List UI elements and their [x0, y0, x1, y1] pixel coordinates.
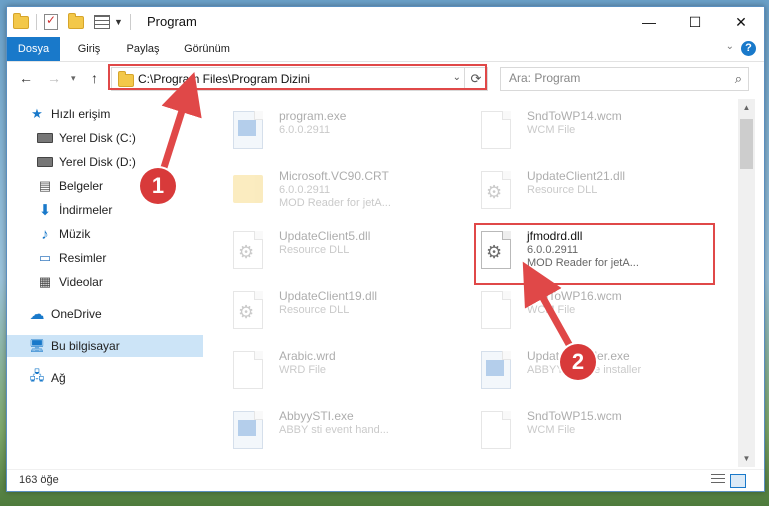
dll-file-icon [233, 291, 263, 329]
documents-icon: ▤ [38, 178, 52, 193]
recent-locations-icon[interactable]: ▾ [71, 73, 76, 84]
file-item[interactable]: SndToWP16.wcm WCM File [451, 285, 691, 339]
sidebar-item-onedrive[interactable]: ☁ OneDrive [7, 303, 221, 325]
sidebar-item-network[interactable]: 🖧 Ağ [7, 367, 221, 389]
explorer-window: ▼ Program — ☐ ✕ Dosya Giriş Paylaş Görün… [6, 6, 765, 492]
drive-icon [37, 130, 53, 146]
tab-share[interactable]: Paylaş [121, 37, 165, 61]
help-icon[interactable]: ? [741, 41, 756, 56]
quick-access-toolbar: ▼ [13, 12, 134, 31]
up-icon[interactable]: ↑ [91, 70, 98, 86]
window-controls: — ☐ ✕ [626, 7, 764, 37]
videos-icon: ▦ [38, 274, 52, 289]
file-item[interactable]: Arabic.wrd WRD File [203, 345, 443, 399]
forward-icon[interactable]: → [47, 70, 61, 86]
search-icon[interactable]: ⌕ [735, 71, 742, 87]
close-button[interactable]: ✕ [718, 7, 764, 37]
callout-1: 1 [140, 168, 176, 204]
title-bar: ▼ Program — ☐ ✕ [7, 7, 764, 37]
scroll-down-icon[interactable]: ▼ [738, 450, 755, 467]
tab-home[interactable]: Giriş [69, 37, 109, 61]
tab-file[interactable]: Dosya [7, 37, 60, 61]
file-item[interactable]: SndToWP15.wcm WCM File [451, 405, 691, 459]
file-item[interactable]: UpdateClient5.dll Resource DLL [203, 225, 443, 279]
view-icon[interactable] [94, 15, 110, 29]
computer-icon: 🖥 [28, 338, 46, 353]
document-file-icon [481, 291, 511, 329]
sidebar-item-local-disk-d[interactable]: Yerel Disk (D:) 📌 [7, 151, 229, 173]
document-file-icon [233, 351, 263, 389]
folder-icon [233, 175, 263, 203]
back-icon[interactable]: ← [19, 70, 33, 86]
file-item[interactable]: UpdateClient21.dll Resource DLL [451, 165, 691, 219]
cloud-icon: ☁ [29, 306, 45, 323]
sidebar-item-quick-access[interactable]: ★ Hızlı erişim [7, 103, 221, 125]
music-icon: ♪ [41, 225, 49, 243]
star-icon: ★ [31, 106, 43, 121]
item-count: 163 öğe [19, 474, 59, 486]
status-bar: 163 öğe [7, 469, 764, 491]
properties-icon[interactable] [44, 13, 58, 30]
search-input[interactable] [501, 68, 719, 88]
vertical-scrollbar[interactable]: ▲ ▼ [738, 99, 755, 467]
sidebar-item-music[interactable]: ♪ Müzik 📌 [7, 223, 229, 245]
sidebar-item-local-disk-c[interactable]: Yerel Disk (C:) 📌 [7, 127, 229, 149]
scroll-up-icon[interactable]: ▲ [738, 99, 755, 116]
search-box[interactable]: ⌕ [500, 67, 749, 91]
sidebar-item-downloads[interactable]: ⬇ İndirmeler 📌 [7, 199, 229, 221]
document-file-icon [481, 411, 511, 449]
ribbon-tabs: Dosya Giriş Paylaş Görünüm ⌄ ? [7, 37, 764, 62]
navigation-pane: ★ Hızlı erişim Yerel Disk (C:) 📌 Yerel D… [7, 99, 223, 467]
tab-view[interactable]: Görünüm [179, 37, 235, 61]
window-title: Program [147, 14, 197, 29]
scrollbar-thumb[interactable] [740, 119, 753, 169]
file-item[interactable]: Microsoft.VC90.CRT 6.0.0.2911 MOD Reader… [203, 165, 443, 219]
folder-icon [13, 12, 29, 29]
maximize-button[interactable]: ☐ [672, 7, 718, 37]
minimize-button[interactable]: — [626, 7, 672, 37]
tiles-view-icon[interactable] [730, 474, 746, 488]
file-item[interactable]: program.exe 6.0.0.2911 [203, 105, 443, 159]
file-item[interactable]: UpdateClient19.dll Resource DLL [203, 285, 443, 339]
sidebar-item-videos[interactable]: ▦ Videolar 📌 [7, 271, 229, 293]
drive-icon [37, 154, 53, 170]
toolbar-divider [129, 14, 131, 30]
network-icon: 🖧 [29, 368, 45, 383]
callout-2: 2 [560, 344, 596, 380]
navigation-bar: ← → ▾ ↑ C:\Program Files\Program Dizini … [7, 62, 764, 96]
sidebar-item-pictures[interactable]: ▭ Resimler 📌 [7, 247, 229, 269]
exe-file-icon [233, 411, 263, 449]
dll-file-icon [481, 171, 511, 209]
file-item[interactable]: SndToWP14.wcm WCM File [451, 105, 691, 159]
sidebar-item-documents[interactable]: ▤ Belgeler 📌 [7, 175, 229, 197]
file-item[interactable]: AbbyySTI.exe ABBY sti event hand... [203, 405, 443, 459]
expand-ribbon-icon[interactable]: ⌄ [726, 41, 734, 52]
customize-dropdown-icon[interactable]: ▼ [114, 17, 123, 27]
new-folder-icon[interactable] [68, 12, 84, 29]
sidebar-item-this-pc[interactable]: 🖥 Bu bilgisayar [7, 335, 221, 357]
details-view-icon[interactable] [711, 474, 725, 486]
dll-file-icon [233, 231, 263, 269]
toolbar-divider [36, 14, 37, 30]
pictures-icon: ▭ [38, 250, 52, 265]
file-highlight-box [474, 223, 715, 285]
exe-file-icon [233, 111, 263, 149]
exe-file-icon [481, 351, 511, 389]
document-file-icon [481, 111, 511, 149]
download-icon: ⬇ [38, 202, 52, 219]
address-highlight-box [108, 64, 487, 90]
